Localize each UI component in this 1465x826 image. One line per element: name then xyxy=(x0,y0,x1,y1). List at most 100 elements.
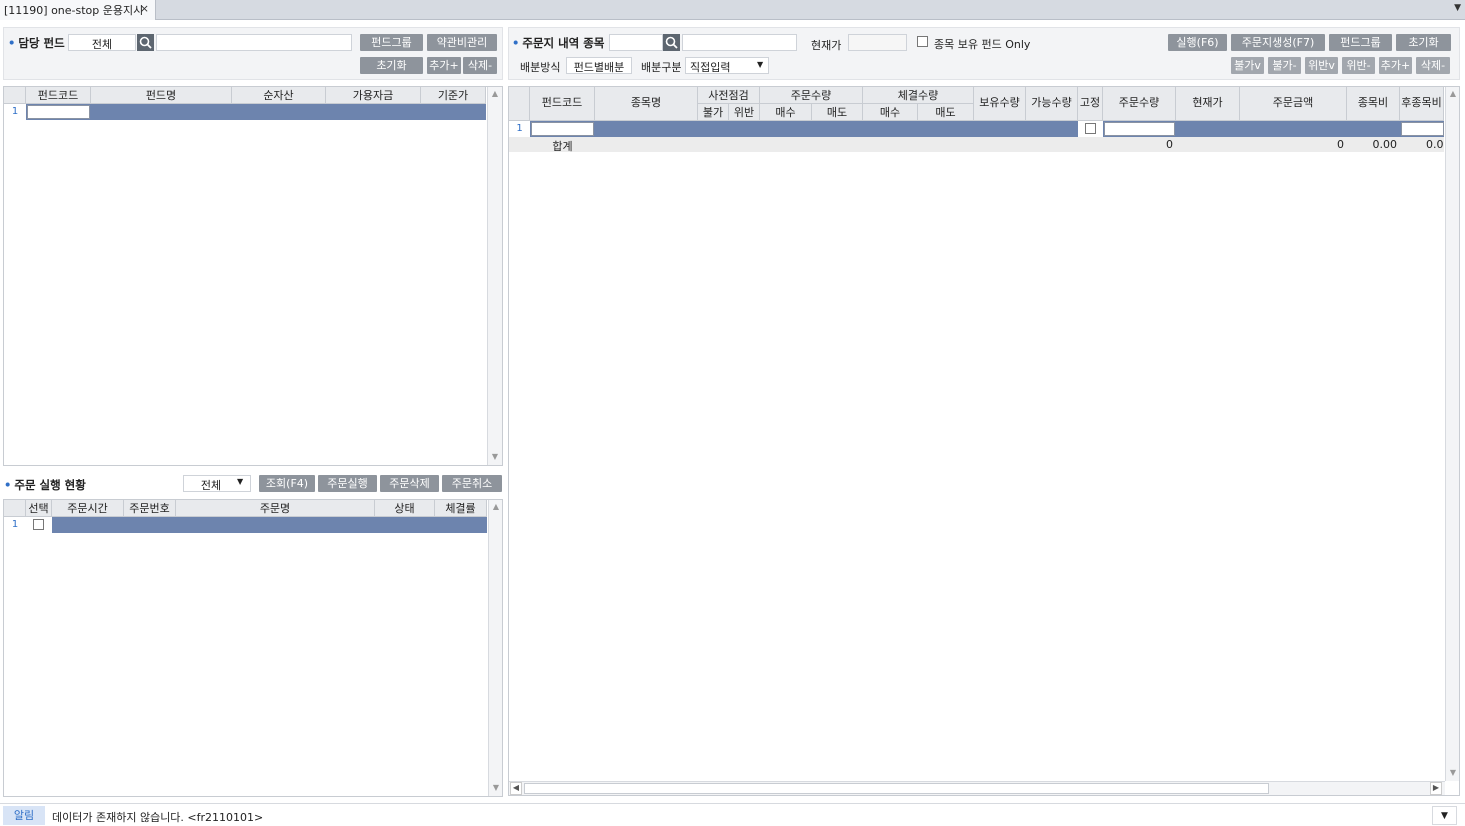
fund-code-cell-input[interactable] xyxy=(531,122,594,136)
fund-name-input[interactable] xyxy=(156,34,352,51)
col-header-group: 체결수량 xyxy=(863,87,974,104)
fund-add-button[interactable]: 추가+ xyxy=(427,57,461,74)
query-button[interactable]: 조회(F4) xyxy=(259,475,315,492)
scroll-up-icon[interactable]: ▲ xyxy=(490,502,502,511)
execute-button[interactable]: 실행(F6) xyxy=(1168,34,1227,51)
instr-delete-button[interactable]: 삭제- xyxy=(1416,57,1450,74)
sum-label: 합계 xyxy=(552,140,573,153)
col-header[interactable]: 가용자금 xyxy=(326,87,421,104)
current-price-field xyxy=(848,34,907,51)
col-header[interactable]: 주문수량 xyxy=(1103,87,1176,121)
violation-check-button[interactable]: 위반v xyxy=(1305,57,1338,74)
fund-delete-button[interactable]: 삭제- xyxy=(463,57,497,74)
fee-mgmt-button[interactable]: 약관비관리 xyxy=(427,34,497,51)
scrollbar-thumb[interactable] xyxy=(524,783,1269,794)
col-header-group: 사전점검 xyxy=(698,87,760,104)
impossible-check-button[interactable]: 불가v xyxy=(1231,57,1264,74)
post-ratio-cell-input[interactable] xyxy=(1401,122,1444,136)
fixed-checkbox[interactable] xyxy=(1085,123,1096,134)
item-name-input[interactable] xyxy=(682,34,797,51)
instr-reset-button[interactable]: 초기화 xyxy=(1396,34,1451,51)
search-icon[interactable] xyxy=(663,34,680,51)
alloc-method-field[interactable]: 펀드별배분 xyxy=(566,57,632,74)
search-icon[interactable] xyxy=(137,34,154,51)
tab-bar: [11190] one-stop 운용지시 × ▼ xyxy=(0,0,1465,20)
violation-clear-button[interactable]: 위반- xyxy=(1342,57,1375,74)
vertical-scrollbar[interactable]: ▲ ▼ xyxy=(487,87,502,465)
col-header[interactable]: 위반 xyxy=(729,104,760,121)
col-header-group: 주문수량 xyxy=(760,87,863,104)
tab-one-stop[interactable]: [11190] one-stop 운용지시 × xyxy=(0,0,156,20)
chevron-down-icon[interactable]: ▼ xyxy=(1432,806,1457,825)
col-header[interactable]: 불가 xyxy=(698,104,729,121)
row-number: 1 xyxy=(11,519,19,530)
col-header[interactable]: 매수 xyxy=(760,104,812,121)
col-header[interactable]: 매도 xyxy=(812,104,863,121)
col-header[interactable]: 후종목비 xyxy=(1400,87,1444,121)
scroll-left-icon[interactable]: ◀ xyxy=(510,782,522,795)
col-header[interactable]: 상태 xyxy=(375,500,435,517)
col-header[interactable]: 체결률 xyxy=(435,500,487,517)
col-header[interactable]: 주문명 xyxy=(176,500,375,517)
col-header[interactable]: 펀드코드 xyxy=(530,87,595,121)
fund-reset-button[interactable]: 초기화 xyxy=(360,57,423,74)
tab-title: [11190] one-stop 운용지시 xyxy=(4,4,144,17)
chevron-down-icon[interactable]: ▼ xyxy=(1454,3,1461,13)
col-header[interactable]: 펀드코드 xyxy=(26,87,91,104)
col-header[interactable]: 순자산 xyxy=(232,87,326,104)
fund-panel-title: 담당 펀드 xyxy=(8,35,64,51)
instr-grid xyxy=(508,86,1460,796)
col-header[interactable]: 매수 xyxy=(863,104,918,121)
status-message: 데이터가 존재하지 않습니다. <fr2110101> xyxy=(52,811,264,824)
order-qty-cell-input[interactable] xyxy=(1104,122,1175,136)
col-header[interactable]: 종목비 xyxy=(1347,87,1400,121)
row-number: 1 xyxy=(11,106,19,117)
col-header[interactable]: 고정 xyxy=(1078,87,1103,121)
scroll-up-icon[interactable]: ▲ xyxy=(489,89,501,98)
col-header[interactable]: 매도 xyxy=(918,104,974,121)
create-order-button[interactable]: 주문지생성(F7) xyxy=(1231,34,1325,51)
scroll-down-icon[interactable]: ▼ xyxy=(1447,768,1459,777)
col-header[interactable]: 선택 xyxy=(26,500,52,517)
table-row[interactable] xyxy=(530,121,1444,137)
order-delete-button[interactable]: 주문삭제 xyxy=(380,475,439,492)
col-header[interactable]: 종목명 xyxy=(595,87,698,121)
fund-code-cell-input[interactable] xyxy=(27,105,90,119)
grid-corner xyxy=(509,87,530,121)
order-execute-button[interactable]: 주문실행 xyxy=(318,475,377,492)
close-icon[interactable]: × xyxy=(140,2,149,15)
col-header[interactable]: 기준가 xyxy=(421,87,486,104)
grid-corner xyxy=(4,500,26,517)
chevron-down-icon[interactable]: ▼ xyxy=(757,60,763,69)
scroll-up-icon[interactable]: ▲ xyxy=(1447,89,1459,98)
table-row[interactable] xyxy=(26,104,486,120)
row-select-checkbox[interactable] xyxy=(33,519,44,530)
col-header[interactable]: 보유수량 xyxy=(974,87,1026,121)
instr-panel-title: 주문지 내역 종목 xyxy=(512,35,604,51)
sum-item-ratio: 0.00 xyxy=(1372,138,1398,151)
alert-label: 알림 xyxy=(3,806,45,825)
order-cancel-button[interactable]: 주문취소 xyxy=(442,475,502,492)
col-header[interactable]: 펀드명 xyxy=(91,87,232,104)
col-header[interactable]: 주문시간 xyxy=(52,500,124,517)
scroll-down-icon[interactable]: ▼ xyxy=(490,783,502,792)
col-header[interactable]: 주문금액 xyxy=(1240,87,1347,121)
fund-group-button[interactable]: 펀드그룹 xyxy=(360,34,423,51)
table-row[interactable] xyxy=(26,517,487,533)
vertical-scrollbar[interactable]: ▲ ▼ xyxy=(488,500,502,796)
col-header[interactable]: 현재가 xyxy=(1176,87,1240,121)
scroll-down-icon[interactable]: ▼ xyxy=(489,452,501,461)
horizontal-scrollbar[interactable]: ◀ ▶ xyxy=(509,781,1445,795)
instr-add-button[interactable]: 추가+ xyxy=(1379,57,1412,74)
impossible-clear-button[interactable]: 불가- xyxy=(1268,57,1301,74)
fund-filter-input[interactable]: 전체 xyxy=(68,34,136,51)
vertical-scrollbar[interactable]: ▲ ▼ xyxy=(1445,87,1459,781)
scroll-right-icon[interactable]: ▶ xyxy=(1430,782,1442,795)
instr-fund-group-button[interactable]: 펀드그룹 xyxy=(1329,34,1392,51)
item-code-input[interactable] xyxy=(609,34,663,51)
col-header[interactable]: 가능수량 xyxy=(1026,87,1078,121)
sum-order-qty: 0 xyxy=(1166,138,1173,151)
chevron-down-icon[interactable]: ▼ xyxy=(237,477,243,486)
holding-only-checkbox[interactable] xyxy=(917,36,928,47)
col-header[interactable]: 주문번호 xyxy=(124,500,176,517)
